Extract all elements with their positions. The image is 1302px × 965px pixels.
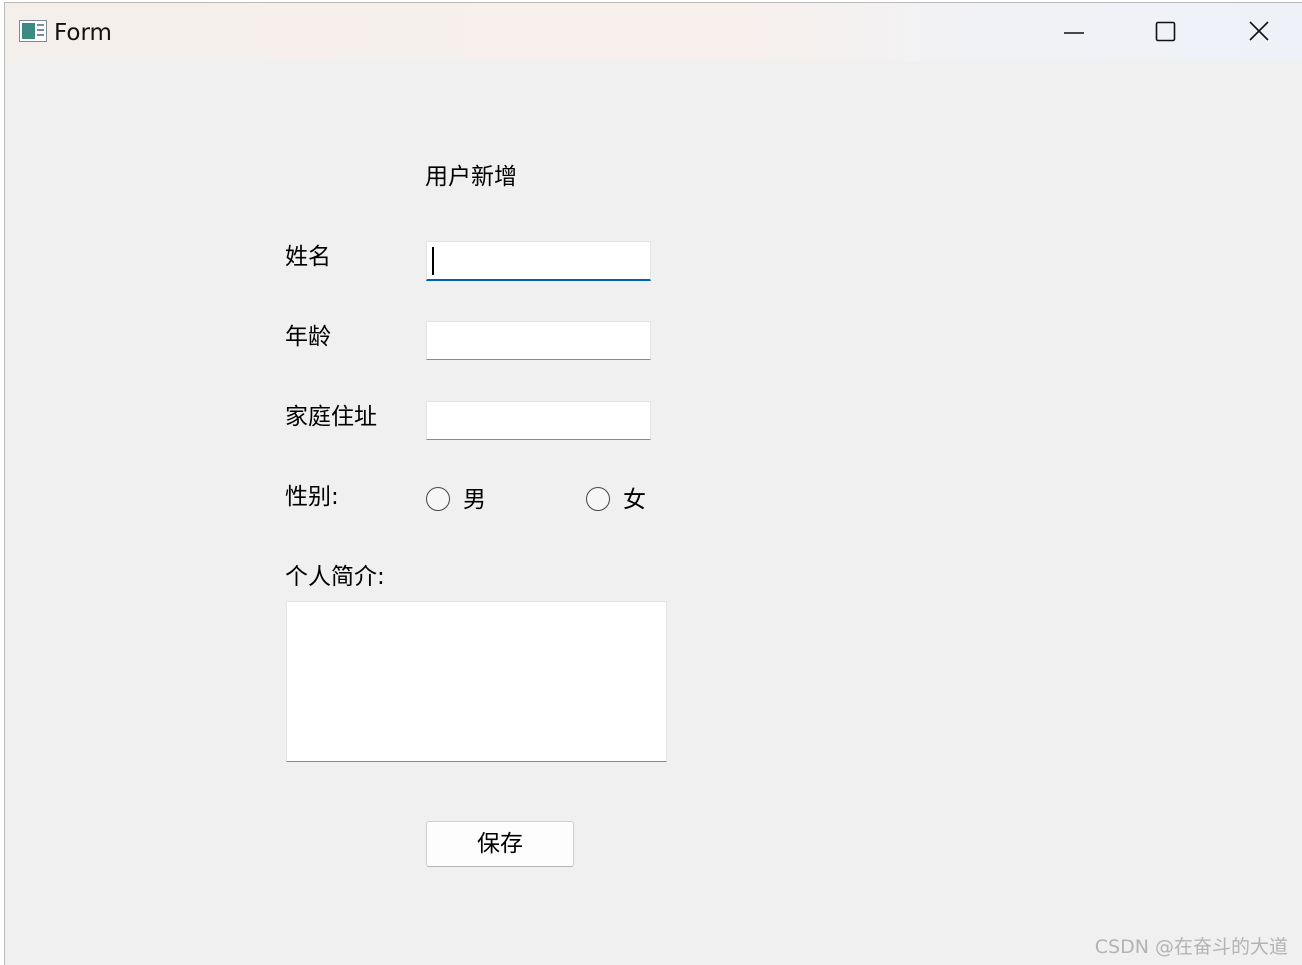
age-input[interactable]	[426, 321, 651, 360]
watermark: CSDN @在奋斗的大道	[1094, 936, 1288, 958]
gender-female-label[interactable]: 女	[623, 485, 646, 515]
name-input[interactable]	[426, 241, 651, 281]
bio-textarea[interactable]	[286, 601, 667, 762]
save-button[interactable]: 保存	[426, 821, 574, 867]
age-label: 年龄	[285, 324, 331, 350]
form-heading: 用户新增	[425, 164, 517, 190]
close-icon	[1249, 21, 1269, 41]
app-icon	[19, 20, 47, 42]
gender-male-radio[interactable]	[426, 487, 450, 511]
gender-female-radio[interactable]	[586, 487, 610, 511]
address-input[interactable]	[426, 401, 651, 440]
maximize-icon	[1155, 21, 1176, 42]
text-caret	[432, 247, 434, 275]
window-title: Form	[54, 20, 112, 46]
address-label: 家庭住址	[285, 404, 377, 430]
app-window: Form 用户新增 姓名 年龄 家庭住址 性别: 男 女 个人简介: 保存 CS…	[4, 2, 1302, 965]
gender-label: 性别:	[285, 484, 339, 510]
maximize-button[interactable]	[1120, 3, 1212, 61]
title-bar[interactable]: Form	[5, 3, 1302, 61]
gender-male-label[interactable]: 男	[463, 485, 486, 515]
minimize-button[interactable]	[1028, 3, 1120, 61]
minimize-icon	[1064, 32, 1084, 34]
close-button[interactable]	[1212, 3, 1302, 61]
bio-label: 个人简介:	[285, 564, 385, 590]
name-label: 姓名	[285, 244, 331, 270]
